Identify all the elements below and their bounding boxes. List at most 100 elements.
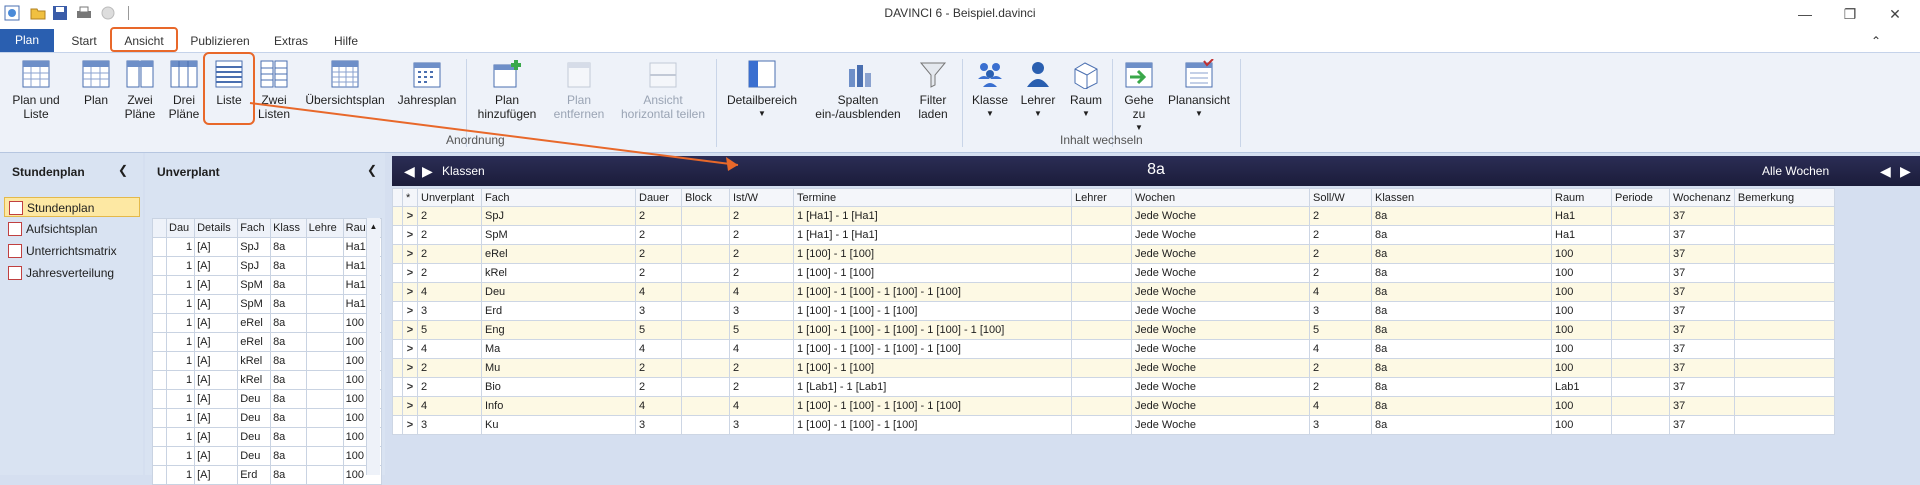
unverplant-row[interactable]: 1 [A] Deu 8a 100 [152, 427, 383, 447]
column-header[interactable]: Soll/W [1309, 188, 1372, 207]
uebersichtsplan-button[interactable]: Übersichtsplan [304, 59, 386, 107]
klasse-button[interactable]: Klasse ▼ [970, 59, 1010, 121]
column-header[interactable]: Lehrer [1071, 188, 1132, 207]
zwei-plaene-button[interactable]: Zwei Pläne [120, 59, 160, 121]
unverplant-row[interactable]: 1 [A] eRel 8a 100 [152, 332, 383, 352]
nav-item-jahresverteilung[interactable]: Jahresverteilung [4, 263, 140, 283]
row-selector[interactable] [152, 294, 167, 314]
column-header[interactable]: Ist/W [729, 188, 794, 207]
lesson-row[interactable]: >2 SpM 2 2 1 [Ha1] - 1 [Ha1] Jede Woche 2 8a Ha1… [392, 225, 1835, 245]
lesson-row[interactable]: >3 Ku 3 3 1 [100] - 1 [100] - 1 [100] Jede Wo… [392, 415, 1835, 435]
row-selector[interactable] [392, 396, 403, 416]
expand-row-icon[interactable]: > [402, 415, 418, 435]
column-header[interactable]: Bemerkung [1733, 188, 1835, 207]
plan-hinzufuegen-button[interactable]: Plan hinzufügen [474, 59, 540, 121]
row-selector[interactable] [392, 358, 403, 378]
gehe-zu-button[interactable]: Gehe zu ▼ [1118, 59, 1160, 135]
collapse-ribbon-icon[interactable]: ⌃ [1866, 30, 1886, 52]
row-selector[interactable] [152, 465, 167, 485]
unverplant-column-header[interactable]: Details [194, 218, 239, 238]
unverplant-column-header[interactable]: Dau [165, 218, 196, 238]
row-selector[interactable] [152, 408, 167, 428]
zwei-listen-button[interactable]: Zwei Listen [254, 59, 294, 121]
restore-button[interactable]: ❐ [1830, 3, 1870, 25]
row-selector[interactable] [392, 339, 403, 359]
tab-hilfe[interactable]: Hilfe [324, 30, 368, 52]
scroll-up-icon[interactable]: ▲ [367, 222, 380, 231]
collapse-unverplant-icon[interactable]: ❮ [367, 163, 377, 177]
expand-row-icon[interactable]: > [402, 301, 418, 321]
column-header[interactable]: Raum [1551, 188, 1612, 207]
plan-button[interactable]: Plan [78, 59, 114, 107]
lesson-row[interactable]: >2 eRel 2 2 1 [100] - 1 [100] Jede Woche 2 8a 10… [392, 244, 1835, 264]
row-selector[interactable] [152, 275, 167, 295]
unverplant-column-header[interactable]: Klass [270, 218, 307, 238]
week-filter-label[interactable]: Alle Wochen [1762, 164, 1829, 178]
unverplant-row[interactable]: 1 [A] Erd 8a 100 [152, 465, 383, 485]
collapse-left-icon[interactable]: ❮ [118, 163, 128, 177]
tab-extras[interactable]: Extras [268, 30, 314, 52]
spalten-ein-ausblenden-button[interactable]: Spalten ein-/ausblenden [810, 59, 906, 121]
raum-button[interactable]: Raum ▼ [1066, 59, 1106, 121]
lesson-row[interactable]: >2 Mu 2 2 1 [100] - 1 [100] Jede Woche 2 8a 100 3… [392, 358, 1835, 378]
ansicht-horizontal-teilen-button[interactable]: Ansicht horizontal teilen [618, 59, 708, 121]
column-header[interactable]: Wochenanz [1669, 188, 1735, 207]
row-selector[interactable] [152, 256, 167, 276]
planansicht-button[interactable]: Planansicht ▼ [1166, 59, 1232, 121]
lesson-row[interactable]: >4 Info 4 4 1 [100] - 1 [100] - 1 [100] - 1 … [392, 396, 1835, 416]
close-button[interactable]: ✕ [1875, 3, 1915, 25]
unverplant-row[interactable]: 1 [A] Deu 8a 100 [152, 408, 383, 428]
row-selector[interactable] [152, 237, 167, 257]
expand-row-icon[interactable]: > [402, 282, 418, 302]
tab-plan[interactable]: Plan [0, 29, 54, 52]
expand-row-icon[interactable]: > [402, 225, 418, 245]
expand-row-icon[interactable]: > [402, 263, 418, 283]
lesson-row[interactable]: >4 Ma 4 4 1 [100] - 1 [100] - 1 [100] - 1 [1… [392, 339, 1835, 359]
lesson-row[interactable]: >2 SpJ 2 2 1 [Ha1] - 1 [Ha1] Jede Woche 2 8a Ha1… [392, 206, 1835, 226]
unverplant-scrollbar[interactable]: ▲ [366, 218, 380, 475]
nav-item-aufsichtsplan[interactable]: Aufsichtsplan [4, 219, 140, 239]
unverplant-row[interactable]: 1 [A] kRel 8a 100 [152, 370, 383, 390]
row-selector[interactable] [392, 377, 403, 397]
unverplant-row[interactable]: 1 [A] SpJ 8a Ha1 [152, 256, 383, 276]
lesson-row[interactable]: >3 Erd 3 3 1 [100] - 1 [100] - 1 [100] Jede W… [392, 301, 1835, 321]
filter-laden-button[interactable]: Filter laden [912, 59, 954, 121]
unverplant-row[interactable]: 1 [A] SpM 8a Ha1 [152, 294, 383, 314]
next-week-icon[interactable]: ▶ [1900, 163, 1911, 180]
row-selector[interactable] [152, 313, 167, 333]
row-selector[interactable] [152, 351, 167, 371]
column-header[interactable]: Fach [481, 188, 636, 207]
expand-row-icon[interactable]: > [402, 244, 418, 264]
expand-row-icon[interactable]: > [402, 320, 418, 340]
unverplant-column-header[interactable]: Fach [237, 218, 272, 238]
unverplant-row[interactable]: 1 [A] Deu 8a 100 [152, 389, 383, 409]
row-selector[interactable] [152, 427, 167, 447]
row-selector[interactable] [152, 370, 167, 390]
jahresplan-button[interactable]: Jahresplan [396, 59, 458, 107]
lesson-row[interactable]: >2 kRel 2 2 1 [100] - 1 [100] Jede Woche 2 8a 10… [392, 263, 1835, 283]
unverplant-row[interactable]: 1 [A] Deu 8a 100 [152, 446, 383, 466]
row-selector[interactable] [392, 282, 403, 302]
column-header[interactable]: Klassen [1371, 188, 1552, 207]
row-selector[interactable] [152, 332, 167, 352]
row-selector[interactable] [152, 446, 167, 466]
expand-row-icon[interactable]: > [402, 358, 418, 378]
unverplant-table[interactable]: Dau Details Fach Klass Lehre Raum 1 [A] SpJ 8a Ha… [152, 218, 383, 485]
row-selector[interactable] [392, 225, 403, 245]
expand-row-icon[interactable]: > [402, 377, 418, 397]
minimize-button[interactable]: — [1785, 3, 1825, 25]
unverplant-row[interactable]: 1 [A] kRel 8a 100 [152, 351, 383, 371]
unverplant-row[interactable]: 1 [A] eRel 8a 100 [152, 313, 383, 333]
row-selector[interactable] [392, 206, 403, 226]
column-header[interactable]: Wochen [1131, 188, 1310, 207]
row-selector[interactable] [392, 415, 403, 435]
unverplant-row[interactable]: 1 [A] SpJ 8a Ha1 [152, 237, 383, 257]
column-header[interactable]: * [402, 188, 418, 207]
drei-plaene-button[interactable]: Drei Pläne [164, 59, 204, 121]
column-header[interactable]: Block [681, 188, 730, 207]
expand-row-icon[interactable]: > [402, 206, 418, 226]
lesson-row[interactable]: >5 Eng 5 5 1 [100] - 1 [100] - 1 [100] - 1 [… [392, 320, 1835, 340]
unverplant-row[interactable]: 1 [A] SpM 8a Ha1 [152, 275, 383, 295]
row-selector[interactable] [392, 244, 403, 264]
unverplant-column-header[interactable] [152, 218, 167, 238]
